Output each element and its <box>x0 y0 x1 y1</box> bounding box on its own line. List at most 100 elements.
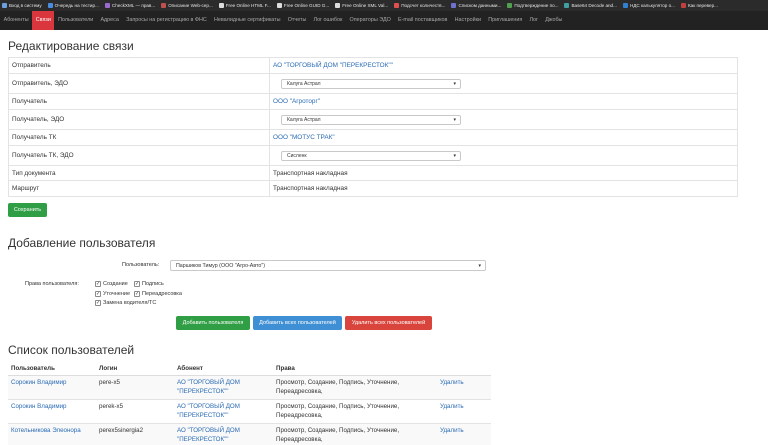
subscriber-link[interactable]: АО "ТОРГОВЫЙ ДОМ "ПЕРЕКРЕСТОК"" <box>177 379 240 395</box>
user-link[interactable]: Сорокин Владимир <box>11 379 67 386</box>
right-sign-checkbox[interactable]: ✓ Подпись <box>134 281 164 287</box>
subscriber-link[interactable]: АО "ТОРГОВЫЙ ДОМ "ПЕРЕКРЕСТОК"" <box>177 427 240 443</box>
bookmark-label: Вход в систему <box>9 3 42 8</box>
bookmark-item[interactable]: CheckXML — прав... <box>103 3 155 8</box>
right-redirect-checkbox[interactable]: ✓ Переадресовка <box>134 291 182 297</box>
action-cell: Удалить <box>437 399 491 424</box>
bookmark-favicon-icon <box>47 3 53 8</box>
chevron-down-icon: ▾ <box>453 152 456 159</box>
nav-item[interactable]: Абоненты <box>0 11 32 30</box>
edo-select-value: Калуга Астрал <box>287 80 321 87</box>
edit-row-label: Маршрут <box>8 180 270 197</box>
bookmark-item[interactable]: Free Online HTML F... <box>217 3 271 8</box>
nav-item[interactable]: Лог ошибок <box>310 11 346 30</box>
bookmark-item[interactable]: Вход в систему <box>0 3 42 8</box>
bookmark-item[interactable]: Free Online XML Val... <box>333 3 388 8</box>
edo-select[interactable]: Калуга Астрал ▾ <box>281 78 461 89</box>
delete-user-link[interactable]: Удалить <box>440 403 464 410</box>
bookmark-label: Подсчет количеств... <box>401 3 446 8</box>
edo-select-value: Сисленк <box>287 152 307 159</box>
edit-row-label: Получатель, ЭДО <box>8 109 270 130</box>
save-button[interactable]: Сохранить <box>8 203 47 217</box>
edit-link-table: Отправитель АО "ТОРГОВЫЙ ДОМ "ПЕРЕКРЕСТОК… <box>8 57 738 197</box>
edo-select[interactable]: Калуга Астрал ▾ <box>281 114 461 125</box>
user-link[interactable]: Котельникова Элеонора <box>11 427 81 434</box>
bookmark-item[interactable]: Как перевер... <box>679 3 718 8</box>
user-link[interactable]: Сорокин Владимир <box>11 403 67 410</box>
nav-item[interactable]: Приглашения <box>485 11 526 30</box>
bookmark-label: Списком данными... <box>458 3 502 8</box>
main-navbar: Абоненты Связи Пользователи Адреса Запросы н… <box>0 11 768 30</box>
edit-row-label: Получатель ТК, ЭДО <box>8 145 270 166</box>
edit-row: Маршрут Транспортная накладная <box>8 180 738 197</box>
edit-row-label: Получатель ТК <box>8 129 270 146</box>
bookmark-item[interactable]: Очередь на тестир... <box>46 3 99 8</box>
action-cell: Удалить <box>437 375 491 400</box>
user-select[interactable]: Паршиков Тимур (ООО "Агро-Авто") ▾ <box>170 260 486 271</box>
bookmark-item[interactable]: Подтверждение по... <box>505 3 558 8</box>
bookmark-favicon-icon <box>622 3 628 8</box>
bookmark-item[interactable]: Списком данными... <box>449 3 501 8</box>
edit-row-value: ООО "МОТУС ТРАК" <box>269 129 738 146</box>
right-clarify-checkbox[interactable]: ✓ Уточнение <box>95 291 130 297</box>
bookmark-label: НДС калькулятор о... <box>629 3 675 8</box>
nav-item[interactable]: Невалидные сертификаты <box>210 11 284 30</box>
edit-row-label: Получатель <box>8 93 270 110</box>
bookmark-label: Free Online HTML F... <box>225 3 271 8</box>
nav-item[interactable]: E-mail поставщиков <box>394 11 451 30</box>
add-user-button[interactable]: Добавить пользователя <box>176 316 250 330</box>
nav-item[interactable]: Джобы <box>542 11 566 30</box>
right-clarify-label: Уточнение <box>103 291 131 297</box>
edit-row: Отправитель АО "ТОРГОВЫЙ ДОМ "ПЕРЕКРЕСТОК… <box>8 57 738 74</box>
subscriber-link[interactable]: АО "ТОРГОВЫЙ ДОМ "ПЕРЕКРЕСТОК"" <box>177 403 240 419</box>
table-row: Сорокин Владимир perek-x5 АО "ТОРГОВЫЙ ДОМ… <box>8 399 491 424</box>
bookmark-label: Описание Web-сер... <box>168 3 213 8</box>
bookmark-item[interactable]: Подсчет количеств... <box>392 3 445 8</box>
user-cell: Котельникова Элеонора <box>8 423 96 445</box>
bookmark-label: Free Online GUID G... <box>283 3 330 8</box>
bookmark-favicon-icon <box>680 3 686 8</box>
nav-item[interactable]: Лог <box>526 11 542 30</box>
nav-item[interactable]: Отчеты <box>284 11 310 30</box>
bookmark-label: Очередь на тестир... <box>54 3 99 8</box>
bookmark-item[interactable]: НДС калькулятор о... <box>621 3 675 8</box>
party-link[interactable]: ООО "МОТУС ТРАК" <box>273 134 335 141</box>
table-row: Сорокин Владимир pere-x5 АО "ТОРГОВЫЙ ДОМ … <box>8 375 491 400</box>
right-replace-driver-checkbox[interactable]: ✓ Замена водителя/ТС <box>95 300 156 306</box>
checkbox-checked-icon: ✓ <box>95 291 101 297</box>
login-cell: perek-x5 <box>96 399 174 424</box>
bookmark-item[interactable]: Описание Web-сер... <box>159 3 213 8</box>
bookmark-label: Free Online XML Val... <box>342 3 389 8</box>
nav-item[interactable]: Настройки <box>451 11 485 30</box>
edit-row: Отправитель, ЭДО Калуга Астрал ▾ <box>8 73 738 94</box>
right-create-checkbox[interactable]: ✓ Создание <box>95 281 128 287</box>
party-link[interactable]: АО "ТОРГОВЫЙ ДОМ "ПЕРЕКРЕСТОК"" <box>273 62 393 69</box>
bookmark-label: CheckXML — прав... <box>111 3 156 8</box>
delete-user-link[interactable]: Удалить <box>440 427 464 434</box>
bookmark-item[interactable]: Free Online GUID G... <box>275 3 329 8</box>
col-user: Пользователь <box>8 362 96 376</box>
add-all-users-button[interactable]: Добавить всех пользователей <box>253 316 342 330</box>
subscriber-cell: АО "ТОРГОВЫЙ ДОМ "ПЕРЕКРЕСТОК"" <box>174 375 273 400</box>
right-redirect-label: Переадресовка <box>142 291 182 297</box>
edit-row-label: Тип документа <box>8 165 270 181</box>
party-link[interactable]: ООО "Агроторг" <box>273 98 320 105</box>
bookmark-item[interactable]: Base64 Decode and... <box>562 3 617 8</box>
bookmark-favicon-icon <box>161 3 167 8</box>
nav-item[interactable]: Пользователи <box>54 11 96 30</box>
right-replace-driver-label: Замена водителя/ТС <box>103 300 157 306</box>
nav-item[interactable]: Операторы ЭДО <box>346 11 395 30</box>
delete-user-link[interactable]: Удалить <box>440 379 464 386</box>
checkbox-checked-icon: ✓ <box>134 281 140 287</box>
edit-link-title: Редактирование связи <box>8 39 134 53</box>
nav-item[interactable]: Адреса <box>97 11 123 30</box>
nav-item[interactable]: Связи <box>32 11 55 30</box>
bookmark-favicon-icon <box>335 3 341 8</box>
edo-select[interactable]: Сисленк ▾ <box>281 150 461 161</box>
right-create-label: Создание <box>103 281 128 287</box>
edit-row-value: ООО "Агроторг" <box>269 93 738 110</box>
checkbox-checked-icon: ✓ <box>95 300 101 306</box>
nav-item[interactable]: Запросы на регистрацию в ФНС <box>122 11 210 30</box>
delete-all-users-button[interactable]: Удалить всех пользователей <box>345 316 432 330</box>
bookmark-label: Как перевер... <box>687 3 718 8</box>
